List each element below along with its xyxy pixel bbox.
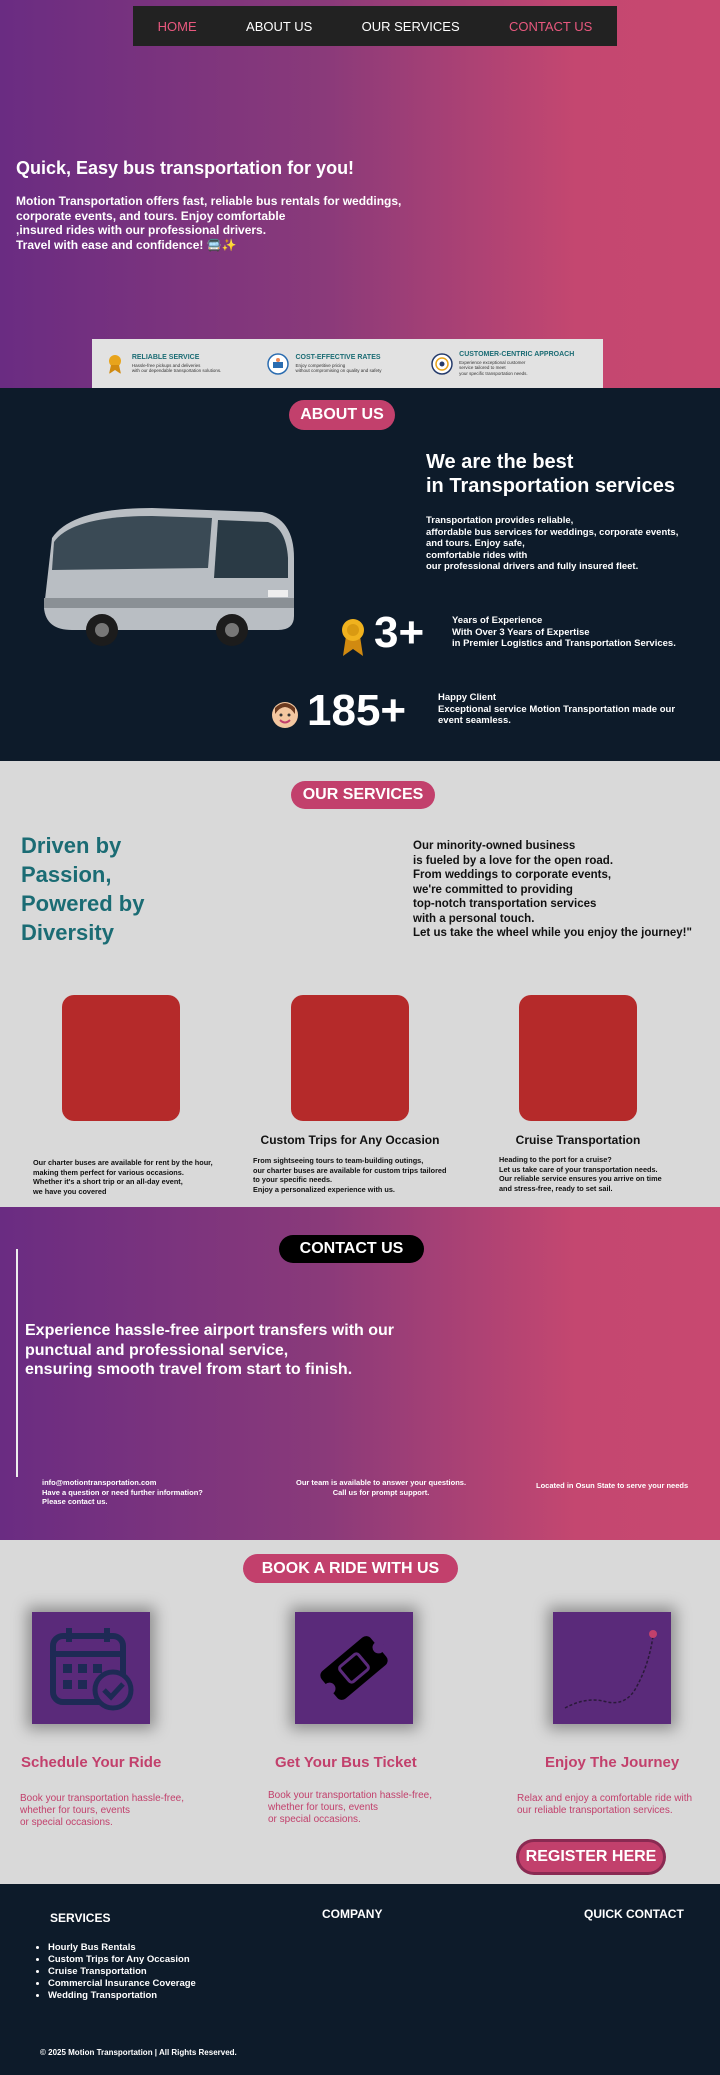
footer: SERVICES COMPANY QUICK CONTACT Hourly Bu… xyxy=(0,1884,720,2075)
copyright: © 2025 Motion Transportation | All Right… xyxy=(40,2048,237,2057)
ticket-icon xyxy=(320,1636,388,1700)
medal-icon xyxy=(342,619,364,656)
service-desc: From sightseeing tours to team-building … xyxy=(253,1156,447,1194)
feature-desc: Experience exceptional customer service … xyxy=(459,359,528,376)
clients-number: 185+ xyxy=(307,686,407,735)
feature-rates: COST-EFFECTIVE RATES Enjoy competitive pr… xyxy=(267,352,427,375)
book-step-desc: Book your transportation hassle-free, wh… xyxy=(20,1793,184,1828)
book-step-title: Enjoy The Journey xyxy=(545,1754,680,1771)
experience-number: 3+ xyxy=(374,608,425,657)
contact-text: Experience hassle-free airport transfers… xyxy=(25,1322,395,1378)
footer-service-link[interactable]: Commercial Insurance Coverage xyxy=(48,1978,196,1990)
services-slogan: Driven by Passion, Powered by Diversity xyxy=(21,833,145,945)
feature-title: RELIABLE SERVICE xyxy=(131,353,200,361)
about-description: Transportation provides reliable, afford… xyxy=(426,515,679,572)
contact-email-info[interactable]: info@motiontransportation.com Have a que… xyxy=(42,1478,203,1507)
footer-service-link[interactable]: Wedding Transportation xyxy=(48,1990,196,2002)
footer-service-link[interactable]: Cruise Transportation xyxy=(48,1966,196,1978)
features-strip: RELIABLE SERVICE Hassle-free pickups and … xyxy=(92,339,603,388)
route-icon xyxy=(564,1630,657,1709)
feature-desc: Hassle-free pickups and deliveries with … xyxy=(131,362,222,374)
service-card-image xyxy=(291,995,409,1121)
experience-text: Years of Experience With Over 3 Years of… xyxy=(452,615,676,649)
footer-services-list: Hourly Bus Rentals Custom Trips for Any … xyxy=(46,1942,196,2002)
services-mission: Our minority-owned business is fueled by… xyxy=(413,840,692,939)
hero-title: Quick, Easy bus transportation for you! xyxy=(16,158,355,178)
calendar-icon xyxy=(50,1628,134,1711)
book-step-tile xyxy=(553,1612,671,1724)
footer-quick-contact-heading: QUICK CONTACT xyxy=(584,1907,684,1921)
service-card-image xyxy=(62,995,180,1121)
service-desc: Heading to the port for a cruise? Let us… xyxy=(499,1155,662,1193)
service-desc: Our charter buses are available for rent… xyxy=(33,1158,213,1196)
nav-about-link[interactable]: ABOUT US xyxy=(246,19,312,34)
contact-pill: CONTACT US xyxy=(279,1235,424,1263)
feature-customer: CUSTOMER-CENTRIC APPROACH Experience exce… xyxy=(431,351,591,377)
service-title: Custom Trips for Any Occasion xyxy=(260,1133,440,1147)
book-step-tile xyxy=(32,1612,150,1724)
footer-service-link[interactable]: Custom Trips for Any Occasion xyxy=(48,1954,196,1966)
medal-icon xyxy=(108,354,121,374)
feature-reliable: RELIABLE SERVICE Hassle-free pickups and … xyxy=(104,353,264,375)
contact-location-info: Located in Osun State to serve your need… xyxy=(536,1481,689,1490)
feature-title: COST-EFFECTIVE RATES xyxy=(295,353,381,361)
footer-company-heading: COMPANY xyxy=(322,1907,383,1921)
rates-icon xyxy=(267,352,290,375)
services-section: OUR SERVICES Driven by Passion, Powered … xyxy=(0,761,720,1207)
services-pill: OUR SERVICES xyxy=(291,781,435,809)
register-button[interactable]: REGISTER HERE xyxy=(519,1842,663,1872)
about-title: We are the best in Transportation servic… xyxy=(426,451,675,497)
clients-text: Happy Client Exceptional service Motion … xyxy=(438,692,676,726)
happy-client-icon xyxy=(272,702,298,728)
footer-services-heading: SERVICES xyxy=(50,1911,111,1925)
book-step-desc: Relax and enjoy a comfortable ride with … xyxy=(517,1793,693,1816)
book-section: BOOK A RIDE WITH US Schedule Your Ride G… xyxy=(0,1540,720,1884)
service-title: Cruise Transportation xyxy=(515,1133,641,1147)
customer-icon xyxy=(431,352,453,375)
feature-desc: Enjoy competitive pricing without compro… xyxy=(295,362,382,374)
book-step-title: Get Your Bus Ticket xyxy=(275,1754,417,1771)
feature-title: CUSTOMER-CENTRIC APPROACH xyxy=(459,350,575,358)
book-step-title: Schedule Your Ride xyxy=(21,1754,162,1771)
service-card-image xyxy=(519,995,637,1121)
book-step-desc: Book your transportation hassle-free, wh… xyxy=(268,1790,432,1825)
nav-services-link[interactable]: OUR SERVICES xyxy=(362,19,460,34)
nav-contact-link[interactable]: CONTACT US xyxy=(509,19,592,34)
contact-phone-info: Our team is available to answer your que… xyxy=(296,1478,467,1497)
top-nav: HOME ABOUT US OUR SERVICES CONTACT US xyxy=(133,6,617,46)
hero-section: HOME ABOUT US OUR SERVICES CONTACT US Qu… xyxy=(0,0,720,388)
bus-image xyxy=(44,508,294,646)
footer-service-link[interactable]: Hourly Bus Rentals xyxy=(48,1942,196,1954)
about-section: ABOUT US We are the best in Transportati… xyxy=(0,388,720,761)
hero-description: Motion Transportation offers fast, relia… xyxy=(16,194,402,252)
about-pill: ABOUT US xyxy=(289,400,395,430)
divider xyxy=(16,1249,18,1477)
nav-home-link[interactable]: HOME xyxy=(158,19,197,34)
contact-section: CONTACT US Experience hassle-free airpor… xyxy=(0,1207,720,1540)
book-step-tile xyxy=(295,1612,413,1724)
book-pill: BOOK A RIDE WITH US xyxy=(243,1554,458,1583)
